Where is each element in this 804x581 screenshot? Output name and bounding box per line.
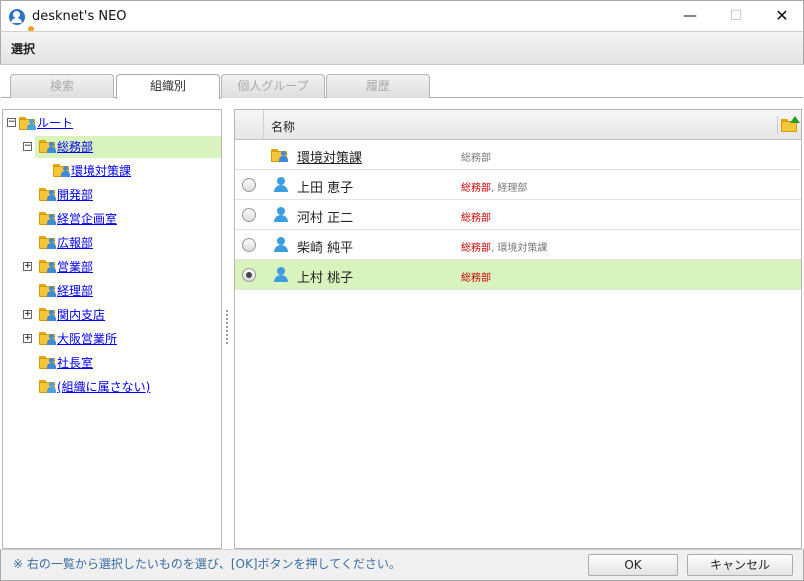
expand-icon[interactable]: +	[23, 334, 32, 343]
expand-icon[interactable]: +	[23, 262, 32, 271]
dialog-footer: ※ 右の一覧から選択したいものを選び、[OK]ボタンを押してください。 OK キ…	[0, 549, 804, 581]
folder-user-icon	[39, 284, 56, 297]
tree-item-eigyo[interactable]: 営業部	[35, 256, 221, 278]
folder-user-icon	[39, 332, 56, 345]
folder-group-icon	[39, 380, 56, 393]
user-icon	[273, 177, 289, 193]
folder-user-icon	[39, 212, 56, 225]
tree-link-kankyo[interactable]: 環境対策課	[71, 160, 131, 182]
tree-link-keiri[interactable]: 経理部	[57, 280, 93, 302]
tab-personal-group[interactable]: 個人グループ	[221, 74, 325, 98]
tree-link-keiei[interactable]: 経営企画室	[57, 208, 117, 230]
title-bar: desknet's NEO — ☐ ✕	[0, 0, 804, 33]
folder-user-icon	[39, 260, 56, 273]
tab-bar: 検索 組織別 個人グループ 履歴	[1, 66, 803, 99]
tab-organization[interactable]: 組織別	[116, 74, 220, 99]
list-header: 名称	[235, 110, 801, 140]
row-org: 総務部, 環境対策課	[461, 243, 548, 254]
minimize-button[interactable]: —	[667, 1, 713, 32]
list-row[interactable]: 河村 正二 総務部	[235, 200, 801, 230]
collapse-icon[interactable]: −	[7, 118, 16, 127]
tree-item-shacho[interactable]: 社長室	[35, 352, 221, 374]
select-radio[interactable]	[242, 268, 256, 282]
folder-group-icon	[19, 117, 36, 130]
row-name: 上田 恵子	[297, 181, 354, 196]
organization-tree: − ルート 総務部 − 環境対策課 開発部 経営企画室 広報部 + 営業部 経理…	[2, 109, 222, 549]
select-radio[interactable]	[242, 208, 256, 222]
tree-item-no-org[interactable]: (組織に属さない)	[35, 376, 221, 398]
folder-user-icon	[39, 308, 56, 321]
tree-link-somubu[interactable]: 総務部	[57, 136, 93, 158]
user-icon	[273, 267, 289, 283]
tree-item-kaihatsu[interactable]: 開発部	[35, 184, 221, 206]
user-icon	[273, 207, 289, 223]
tab-search[interactable]: 検索	[10, 74, 114, 98]
tree-link-root[interactable]: ルート	[37, 112, 73, 134]
user-icon	[273, 237, 289, 253]
folder-up-icon[interactable]	[777, 116, 800, 134]
tree-link-osaka[interactable]: 大阪営業所	[57, 328, 117, 350]
tree-item-somubu[interactable]: 総務部	[35, 136, 221, 158]
tree-item-koho[interactable]: 広報部	[35, 232, 221, 254]
tree-link-eigyo[interactable]: 営業部	[57, 256, 93, 278]
row-org: 総務部	[461, 213, 491, 224]
expand-icon[interactable]: +	[23, 310, 32, 319]
dialog-header: 選択	[0, 31, 804, 65]
dialog-title: 選択	[11, 42, 36, 56]
cancel-button[interactable]: キャンセル	[687, 554, 793, 576]
tree-link-kannai[interactable]: 関内支店	[57, 304, 105, 326]
row-org: 総務部, 経理部	[461, 183, 528, 194]
folder-user-icon	[39, 140, 56, 153]
list-row-group[interactable]: 環境対策課 総務部	[235, 140, 801, 170]
folder-user-icon	[53, 164, 70, 177]
close-button[interactable]: ✕	[759, 1, 804, 32]
tree-link-shacho[interactable]: 社長室	[57, 352, 93, 374]
collapse-icon[interactable]: −	[23, 142, 32, 151]
tab-history[interactable]: 履歴	[326, 74, 430, 98]
window-title: desknet's NEO	[32, 9, 127, 24]
tree-item-kannai[interactable]: 関内支店	[35, 304, 221, 326]
list-row-selected[interactable]: 上村 桃子 総務部	[235, 260, 801, 290]
row-name: 柴崎 純平	[297, 241, 354, 256]
app-icon	[9, 9, 35, 33]
tree-item-root[interactable]: − ルート	[3, 112, 221, 134]
tree-item-keiei[interactable]: 経営企画室	[35, 208, 221, 230]
tree-item-osaka[interactable]: 大阪営業所	[35, 328, 221, 350]
member-list: 名称 環境対策課 総務部 上田 恵子 総務部, 経理部 河村 正二 総務部 柴崎…	[234, 109, 802, 549]
folder-user-icon	[39, 188, 56, 201]
tree-link-no-org[interactable]: (組織に属さない)	[57, 376, 150, 398]
row-org: 総務部	[461, 153, 491, 164]
list-row[interactable]: 上田 恵子 総務部, 経理部	[235, 170, 801, 200]
ok-button[interactable]: OK	[588, 554, 678, 576]
folder-user-icon	[39, 236, 56, 249]
maximize-button[interactable]: ☐	[713, 1, 759, 32]
row-name: 上村 桃子	[297, 271, 354, 286]
folder-user-icon	[39, 356, 56, 369]
pane-splitter[interactable]	[224, 310, 232, 350]
folder-user-icon	[271, 149, 288, 162]
row-org: 総務部	[461, 273, 491, 284]
select-radio[interactable]	[242, 178, 256, 192]
column-header-name[interactable]: 名称	[271, 118, 295, 135]
tree-item-kankyo[interactable]: 環境対策課	[51, 160, 221, 182]
tree-link-kaihatsu[interactable]: 開発部	[57, 184, 93, 206]
tree-item-keiri[interactable]: 経理部	[35, 280, 221, 302]
row-name: 河村 正二	[297, 211, 354, 226]
instruction-text: ※ 右の一覧から選択したいものを選び、[OK]ボタンを押してください。	[13, 557, 401, 571]
list-row[interactable]: 柴崎 純平 総務部, 環境対策課	[235, 230, 801, 260]
tree-link-koho[interactable]: 広報部	[57, 232, 93, 254]
row-name-link[interactable]: 環境対策課	[297, 147, 362, 166]
select-radio[interactable]	[242, 238, 256, 252]
